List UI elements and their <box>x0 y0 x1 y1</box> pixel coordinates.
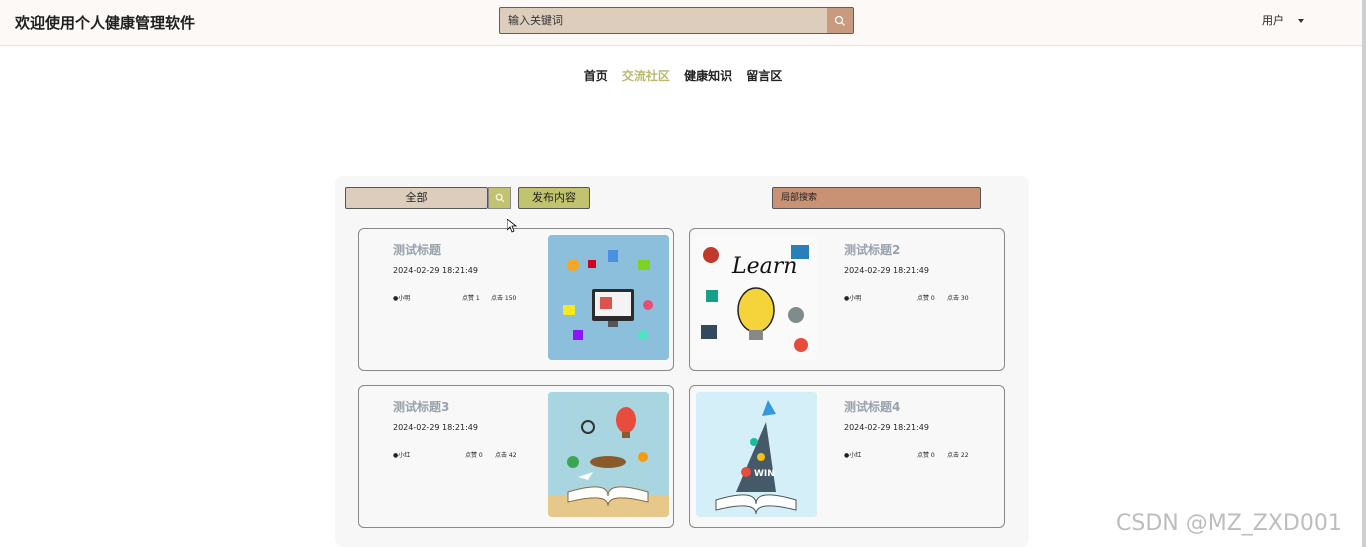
post-clicks: 点击 42 <box>495 452 517 459</box>
filter-search-button[interactable] <box>488 187 511 209</box>
post-likes: 点赞 0 <box>465 452 483 459</box>
global-search-box <box>499 7 854 34</box>
search-icon <box>834 15 845 26</box>
global-search-button[interactable] <box>827 8 853 33</box>
post-time: 2024-02-29 18:21:49 <box>393 423 478 432</box>
nav-item-message-board[interactable]: 留言区 <box>746 67 782 84</box>
publish-content-button[interactable]: 发布内容 <box>518 187 590 209</box>
computer-infographic-image <box>548 235 669 360</box>
learn-lightbulb-image: Learn <box>696 235 817 360</box>
post-thumbnail-computer-infographic[interactable] <box>548 235 669 360</box>
post-card[interactable]: WIN 测试标题4 2024-02-29 18:21:49 ●小红 点赞 0 点… <box>689 385 1005 528</box>
caret-down-icon <box>1298 19 1304 23</box>
post-thumbnail-open-book-travel[interactable] <box>548 392 669 517</box>
watermark: CSDN @MZ_ZXD001 <box>1116 511 1342 536</box>
post-time: 2024-02-29 18:21:49 <box>844 423 929 432</box>
post-time: 2024-02-29 18:21:49 <box>844 266 929 275</box>
post-title[interactable]: 测试标题 <box>393 241 441 258</box>
post-clicks: 点击 30 <box>947 295 969 302</box>
post-author: ●小明 <box>844 295 862 302</box>
post-likes: 点赞 1 <box>462 295 480 302</box>
nav-item-home[interactable]: 首页 <box>584 67 608 84</box>
post-title[interactable]: 测试标题2 <box>844 241 900 258</box>
community-panel: 全部 发布内容 局部搜索 测试标题 2024-02-29 18:21:49 ●小… <box>335 176 1029 547</box>
user-menu-label: 用户 <box>1262 14 1284 27</box>
search-icon <box>495 193 504 203</box>
post-card[interactable]: 测试标题3 2024-02-29 18:21:49 ●小红 点赞 0 点击 42 <box>358 385 674 528</box>
nav-item-community[interactable]: 交流社区 <box>622 67 670 84</box>
svg-text:Learn: Learn <box>731 254 797 279</box>
main-nav: 首页 交流社区 健康知识 留言区 <box>0 67 1366 84</box>
category-filter-select[interactable]: 全部 <box>345 187 488 209</box>
post-title[interactable]: 测试标题4 <box>844 398 900 415</box>
post-card[interactable]: Learn 测试标题2 2024-02-29 18:21:49 ●小明 点赞 0… <box>689 228 1005 371</box>
post-clicks: 点击 22 <box>947 452 969 459</box>
open-book-rocket-image: WIN <box>696 392 817 517</box>
nav-item-health-knowledge[interactable]: 健康知识 <box>684 67 732 84</box>
user-menu[interactable]: 用户 <box>1262 12 1304 28</box>
post-card[interactable]: 测试标题 2024-02-29 18:21:49 ●小明 点赞 1 点击 150 <box>358 228 674 371</box>
post-thumbnail-open-book-rocket[interactable]: WIN <box>696 392 817 517</box>
post-title[interactable]: 测试标题3 <box>393 398 449 415</box>
post-likes: 点赞 0 <box>917 452 935 459</box>
open-book-travel-image <box>548 392 669 517</box>
mouse-cursor-icon <box>507 219 517 233</box>
post-author: ●小红 <box>393 452 411 459</box>
post-time: 2024-02-29 18:21:49 <box>393 266 478 275</box>
local-search-input[interactable]: 局部搜索 <box>772 187 981 209</box>
post-author: ●小红 <box>844 452 862 459</box>
top-header: 欢迎使用个人健康管理软件 用户 <box>0 0 1366 46</box>
app-title: 欢迎使用个人健康管理软件 <box>15 14 196 32</box>
post-thumbnail-learn-lightbulb[interactable]: Learn <box>696 235 817 360</box>
post-likes: 点赞 0 <box>917 295 935 302</box>
post-clicks: 点击 150 <box>491 295 517 302</box>
global-search-input[interactable] <box>500 8 829 33</box>
svg-text:WIN: WIN <box>754 469 775 479</box>
post-author: ●小明 <box>393 295 411 302</box>
